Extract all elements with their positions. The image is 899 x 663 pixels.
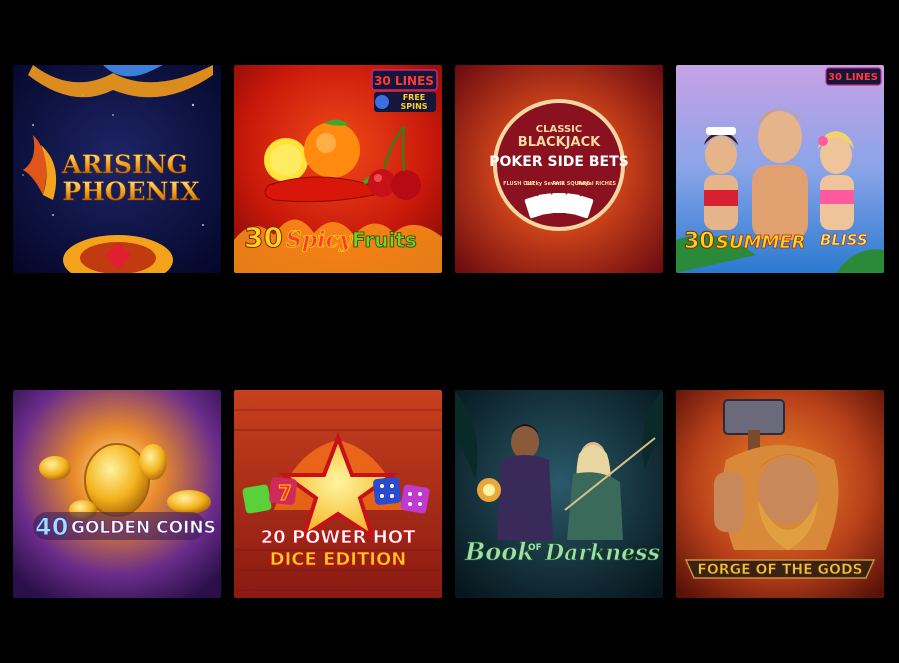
title-line2: DICE EDITION — [270, 549, 407, 570]
title-line1: ARISING — [61, 150, 188, 179]
title-number: 30 — [244, 221, 283, 254]
title-line2: PHOENIX — [62, 177, 200, 206]
book-of-darkness-artwork: Book OF Darkness — [455, 390, 663, 598]
games-grid: ARISING PHOENIX 30 LINES FREE SPINS 30 S… — [0, 0, 899, 663]
title-word1: Spicy — [286, 227, 354, 253]
title-word: GOLDEN COINS — [71, 518, 216, 538]
game-tile-arising-phoenix[interactable]: ARISING PHOENIX — [13, 65, 221, 273]
title-of: OF — [528, 543, 542, 553]
title-word1: SUMMER — [716, 232, 806, 253]
40-golden-coins-artwork: 40 GOLDEN COINS — [13, 390, 221, 598]
lines-badge-label: 30 LINES — [374, 74, 434, 88]
title-word2: BLISS — [820, 231, 868, 249]
arising-phoenix-artwork: ARISING PHOENIX — [13, 65, 221, 273]
svg-text:7: 7 — [278, 481, 292, 505]
game-tile-classic-blackjack-poker-side-bets[interactable]: CLASSIC BLACKJACK POKER SIDE BETS FLUSH … — [455, 65, 663, 273]
title-number: 40 — [35, 513, 68, 541]
game-tile-20-power-hot-dice-edition[interactable]: 7 20 POWER HOT DICE EDITION — [234, 390, 442, 598]
game-tile-40-golden-coins[interactable]: 40 GOLDEN COINS — [13, 390, 221, 598]
game-tile-30-summer-bliss[interactable]: 30 LINES 30 SUMMER BLISS — [676, 65, 884, 273]
title-word1: Book — [464, 537, 534, 566]
title: FORGE OF THE GODS — [697, 562, 862, 578]
character-center — [752, 109, 808, 240]
spins-badge-label: SPINS — [400, 102, 427, 111]
30-spicy-fruits-artwork: 30 LINES FREE SPINS 30 Spicy Fruits — [234, 65, 442, 273]
title-number: 30 — [684, 229, 715, 254]
character-left — [704, 127, 738, 230]
blackjack-artwork: CLASSIC BLACKJACK POKER SIDE BETS FLUSH … — [455, 65, 663, 273]
line-classic: CLASSIC — [536, 124, 582, 135]
game-tile-forge-of-the-gods[interactable]: FORGE OF THE GODS — [676, 390, 884, 598]
free-badge-label: FREE — [403, 93, 426, 102]
title-word2: Fruits — [352, 228, 417, 252]
side-bet-3: Royal RICHES — [578, 181, 616, 187]
line-blackjack: BLACKJACK — [518, 135, 601, 150]
character-god — [714, 445, 839, 550]
lines-badge-label: 30 LINES — [828, 72, 878, 83]
title-line1: 20 POWER HOT — [261, 527, 416, 548]
character-right — [818, 131, 854, 230]
game-tile-30-spicy-fruits[interactable]: 30 LINES FREE SPINS 30 Spicy Fruits — [234, 65, 442, 273]
title-word2: Darkness — [544, 540, 660, 566]
20-power-hot-dice-artwork: 7 20 POWER HOT DICE EDITION — [234, 390, 442, 598]
30-summer-bliss-artwork: 30 LINES 30 SUMMER BLISS — [676, 65, 884, 273]
game-tile-book-of-darkness[interactable]: Book OF Darkness — [455, 390, 663, 598]
forge-of-the-gods-artwork: FORGE OF THE GODS — [676, 390, 884, 598]
line-poker-side-bets: POKER SIDE BETS — [489, 154, 628, 170]
